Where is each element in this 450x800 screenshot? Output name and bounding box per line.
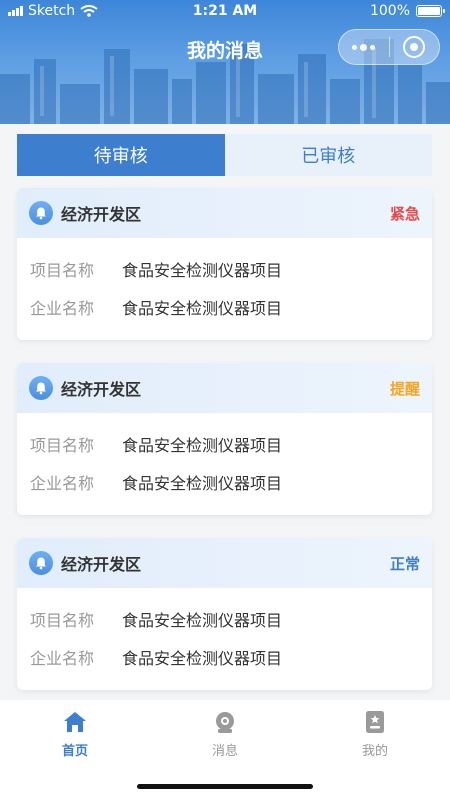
home-indicator	[137, 784, 313, 789]
battery-percent: 100%	[369, 3, 410, 19]
review-tabs: 待审核 已审核	[17, 134, 432, 176]
header-banner: Sketch 1:21 AM 100% 我的消息	[0, 0, 450, 124]
message-icon	[216, 712, 234, 733]
company-row: 企业名称 食品安全检测仪器项目	[17, 463, 432, 501]
row-value: 食品安全检测仪器项目	[122, 649, 283, 668]
company-row: 企业名称 食品安全检测仪器项目	[17, 638, 432, 676]
tabbar-label: 首页	[61, 744, 88, 759]
tabbar-item-messages[interactable]: 消息	[180, 710, 270, 759]
tabbar-label: 我的	[361, 744, 388, 759]
row-value: 食品安全检测仪器项目	[122, 436, 283, 455]
bell-icon	[29, 201, 53, 225]
row-label: 企业名称	[30, 649, 95, 668]
tab-pending[interactable]: 待审核	[17, 134, 225, 176]
row-label: 项目名称	[30, 611, 95, 630]
home-icon	[64, 712, 86, 732]
row-label: 项目名称	[30, 261, 95, 280]
bell-icon	[29, 376, 53, 400]
status-badge: 正常	[389, 554, 420, 573]
status-badge: 提醒	[389, 379, 420, 398]
more-menu-button[interactable]	[339, 30, 389, 64]
status-badge: 紧急	[389, 204, 420, 223]
target-icon	[403, 36, 426, 58]
tabbar-item-home[interactable]: 首页	[30, 710, 120, 759]
row-value: 食品安全检测仪器项目	[122, 611, 283, 630]
card-title: 经济开发区	[61, 555, 142, 574]
tab-reviewed[interactable]: 已审核	[224, 134, 432, 176]
card-header: 经济开发区 紧急	[17, 188, 432, 238]
row-value: 食品安全检测仪器项目	[122, 261, 283, 280]
card-header: 经济开发区 正常	[17, 538, 432, 588]
project-row: 项目名称 食品安全检测仪器项目	[17, 250, 432, 288]
battery-icon	[416, 5, 445, 17]
message-card[interactable]: 经济开发区 正常 项目名称 食品安全检测仪器项目 企业名称 食品安全检测仪器项目	[17, 538, 432, 690]
row-label: 企业名称	[30, 474, 95, 493]
card-title: 经济开发区	[61, 205, 142, 224]
message-card[interactable]: 经济开发区 紧急 项目名称 食品安全检测仪器项目 企业名称 食品安全检测仪器项目	[17, 188, 432, 340]
project-row: 项目名称 食品安全检测仪器项目	[17, 600, 432, 638]
project-row: 项目名称 食品安全检测仪器项目	[17, 425, 432, 463]
company-row: 企业名称 食品安全检测仪器项目	[17, 288, 432, 326]
mini-program-capsule	[338, 29, 440, 65]
profile-icon	[366, 711, 384, 733]
close-mini-program-button[interactable]	[389, 30, 439, 64]
message-card[interactable]: 经济开发区 提醒 项目名称 食品安全检测仪器项目 企业名称 食品安全检测仪器项目	[17, 363, 432, 515]
row-value: 食品安全检测仪器项目	[122, 474, 283, 493]
row-label: 企业名称	[30, 299, 95, 318]
status-bar: Sketch 1:21 AM 100%	[0, 0, 450, 24]
row-label: 项目名称	[30, 436, 95, 455]
tabbar-label: 消息	[211, 744, 238, 759]
bell-icon	[29, 551, 53, 575]
tabbar-item-profile[interactable]: 我的	[330, 710, 420, 759]
row-value: 食品安全检测仪器项目	[122, 299, 283, 318]
card-title: 经济开发区	[61, 380, 142, 399]
card-header: 经济开发区 提醒	[17, 363, 432, 413]
